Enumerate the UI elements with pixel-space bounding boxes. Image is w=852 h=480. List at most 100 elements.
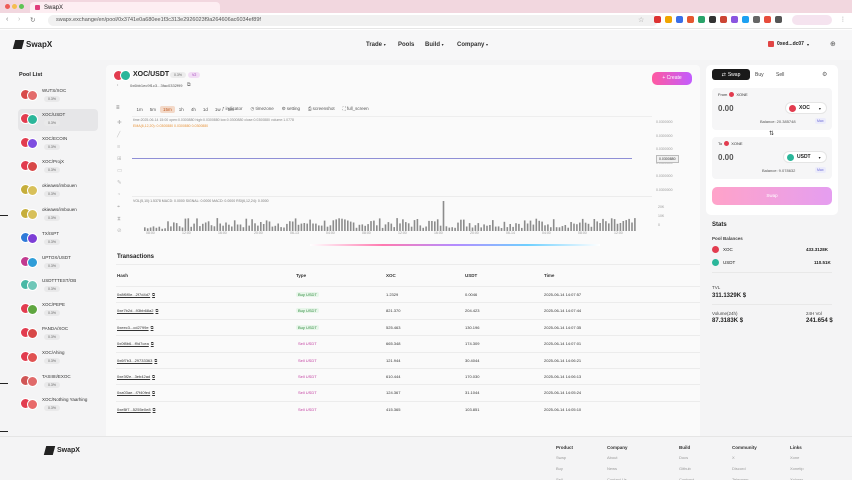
interval-5m[interactable]: 5m bbox=[146, 106, 159, 113]
extension-icon[interactable] bbox=[720, 16, 727, 23]
footer-link[interactable]: About bbox=[607, 455, 617, 460]
pool-item[interactable]: TX/ISPT 0.3% bbox=[18, 228, 98, 250]
extension-icon[interactable] bbox=[742, 16, 749, 23]
from-token-select[interactable]: XOC ▾ bbox=[785, 102, 827, 114]
tx-hash-link[interactable]: 0xe7b2d...93bb68a2 ⧉ bbox=[117, 308, 158, 313]
tab-buy[interactable]: Buy bbox=[755, 72, 764, 78]
tool-full-screen[interactable]: ⛶full_screen bbox=[343, 106, 369, 112]
drawing-tool-icon[interactable]: ◔ bbox=[117, 192, 120, 198]
drawing-tool-icon[interactable]: ⧗ bbox=[117, 216, 121, 223]
tool-timezone[interactable]: ◷timezone bbox=[251, 106, 274, 112]
footer-link[interactable]: Github bbox=[679, 466, 691, 471]
maximize-window-dot[interactable] bbox=[19, 4, 24, 9]
extension-icon[interactable] bbox=[654, 16, 661, 23]
copy-icon[interactable]: ⧉ bbox=[155, 308, 158, 313]
switch-direction-icon[interactable]: ⇅ bbox=[769, 130, 774, 137]
nav-company[interactable]: Company ▾ bbox=[457, 42, 488, 48]
extension-icon[interactable] bbox=[753, 16, 760, 23]
tx-hash-link[interactable]: 0x0f8b6...f9d7cea ⧉ bbox=[117, 341, 154, 346]
interval-1h[interactable]: 1h bbox=[175, 106, 187, 113]
create-button[interactable]: + Create bbox=[652, 72, 692, 85]
interval-1m[interactable]: 1m bbox=[133, 106, 146, 113]
tx-hash-link[interactable]: 0xeBf7...5255e0e8 ⧉ bbox=[117, 407, 155, 412]
to-amount-input[interactable]: 0.00 bbox=[718, 153, 734, 162]
swap-submit-button[interactable]: Swap bbox=[712, 187, 832, 205]
footer-link[interactable]: X bbox=[732, 455, 735, 460]
tx-hash-link[interactable]: 0xeec3...cd2799e ⧉ bbox=[117, 325, 153, 330]
nav-pools[interactable]: Pools bbox=[398, 42, 414, 48]
tx-hash-link[interactable]: 0xa03ae...f7f40fed ⧉ bbox=[117, 390, 155, 395]
candlestick-icon[interactable]: ≡ bbox=[116, 105, 120, 111]
footer-link[interactable]: Swap bbox=[556, 455, 566, 460]
extension-icon[interactable] bbox=[764, 16, 771, 23]
reload-icon[interactable]: ↻ bbox=[30, 16, 35, 24]
copy-icon[interactable]: ⧉ bbox=[151, 341, 154, 346]
pool-item[interactable]: TASIIIII/EXOC 0.3% bbox=[18, 371, 98, 393]
max-button[interactable]: Max bbox=[815, 118, 826, 124]
extension-icon[interactable] bbox=[676, 16, 683, 23]
settings-icon[interactable]: ⚙ bbox=[822, 71, 827, 78]
footer-link[interactable]: News bbox=[607, 466, 617, 471]
footer-logo[interactable]: SwapX bbox=[43, 446, 80, 455]
pool-item[interactable]: XOC/ECOIN 0.3% bbox=[18, 133, 98, 155]
drawing-tool-icon[interactable]: ⊞ bbox=[117, 156, 122, 162]
menu-icon[interactable]: ⋮ bbox=[840, 16, 846, 23]
browser-tab[interactable]: SwapX bbox=[30, 2, 220, 13]
minimize-window-dot[interactable] bbox=[12, 4, 17, 9]
copy-icon[interactable]: ⧉ bbox=[187, 82, 191, 88]
back-icon[interactable]: ‹ bbox=[6, 16, 8, 23]
pool-item[interactable]: WUTS/XOC 0.3% bbox=[18, 85, 98, 107]
tool-screenshot[interactable]: ⎙screenshot bbox=[308, 106, 335, 112]
forward-icon[interactable]: › bbox=[18, 16, 20, 23]
from-amount-input[interactable]: 0.00 bbox=[718, 104, 734, 113]
nav-build[interactable]: Build ▾ bbox=[425, 42, 444, 48]
footer-link[interactable]: Docs bbox=[679, 455, 688, 460]
drawing-tool-icon[interactable]: ╱ bbox=[117, 132, 120, 138]
drawing-tool-icon[interactable]: ✎ bbox=[117, 180, 122, 186]
chart-scroll-handle[interactable] bbox=[310, 244, 600, 246]
drawing-tool-icon[interactable]: ≡ bbox=[117, 144, 120, 150]
extension-icon[interactable] bbox=[665, 16, 672, 23]
pool-item[interactable]: PANDA/XOC 0.3% bbox=[18, 323, 98, 345]
star-icon[interactable]: ☆ bbox=[638, 16, 644, 24]
pool-item[interactable]: XOC/Ahing 0.3% bbox=[18, 347, 98, 369]
tool-setting[interactable]: ⚙setting bbox=[282, 106, 300, 112]
footer-link[interactable]: Buy bbox=[556, 466, 563, 471]
copy-icon[interactable]: ⧉ bbox=[151, 325, 154, 330]
wallet-button[interactable]: 0xed...dc07 ▾ bbox=[768, 41, 809, 47]
drawing-tool-icon[interactable]: ⌖ bbox=[117, 204, 120, 211]
extension-icon[interactable] bbox=[687, 16, 694, 23]
footer-link[interactable]: Xonetip bbox=[790, 466, 804, 471]
footer-link[interactable]: Xone bbox=[790, 455, 799, 460]
max-button[interactable]: Max bbox=[815, 167, 826, 173]
tx-hash-link[interactable]: 0xe3f2e...3eb42ad ⧉ bbox=[117, 374, 155, 379]
copy-icon[interactable]: ⧉ bbox=[152, 292, 155, 297]
interval-1d[interactable]: 1d bbox=[199, 106, 211, 113]
pool-item[interactable]: USDTTTEST/OB 0.3% bbox=[18, 275, 98, 297]
copy-icon[interactable]: ⧉ bbox=[152, 374, 155, 379]
pool-item[interactable]: okieaws/imbouen 0.3% bbox=[18, 180, 98, 202]
site-logo[interactable]: SwapX bbox=[12, 40, 52, 49]
pool-item[interactable]: XOC/USDT 0.3% bbox=[18, 108, 98, 131]
to-token-select[interactable]: USDT ▾ bbox=[783, 151, 827, 163]
interval-15m[interactable]: 15m bbox=[159, 106, 176, 113]
globe-icon[interactable]: ⊕ bbox=[830, 40, 836, 48]
extension-icon[interactable] bbox=[775, 16, 782, 23]
extension-icon[interactable] bbox=[709, 16, 716, 23]
tab-sell[interactable]: Sell bbox=[776, 72, 784, 78]
tx-hash-link[interactable]: 0x6f7b3...29733363 ⧉ bbox=[117, 358, 157, 363]
tab-swap[interactable]: ⇄ Swap bbox=[712, 69, 750, 80]
interval-4h[interactable]: 4h bbox=[187, 106, 199, 113]
footer-link[interactable]: Discord bbox=[732, 466, 746, 471]
nav-trade[interactable]: Trade ▾ bbox=[366, 42, 386, 48]
close-window-dot[interactable] bbox=[5, 4, 10, 9]
pool-item[interactable]: XOC/ProjX 0.3% bbox=[18, 156, 98, 178]
pool-item[interactable]: UPTOX/USDT 0.3% bbox=[18, 252, 98, 274]
pool-item[interactable]: okieaws/imbouen 0.3% bbox=[18, 204, 98, 226]
pool-item[interactable]: XOC/PEPE 0.3% bbox=[18, 299, 98, 321]
drawing-tool-icon[interactable]: ⊘ bbox=[117, 228, 122, 234]
pool-item[interactable]: XOC/Nothing Yaarhing 0.3% bbox=[18, 394, 98, 416]
extension-icon[interactable] bbox=[698, 16, 705, 23]
tool-indicator[interactable]: ƒindicator bbox=[222, 106, 243, 112]
drawing-tool-icon[interactable]: ▭ bbox=[117, 168, 122, 174]
